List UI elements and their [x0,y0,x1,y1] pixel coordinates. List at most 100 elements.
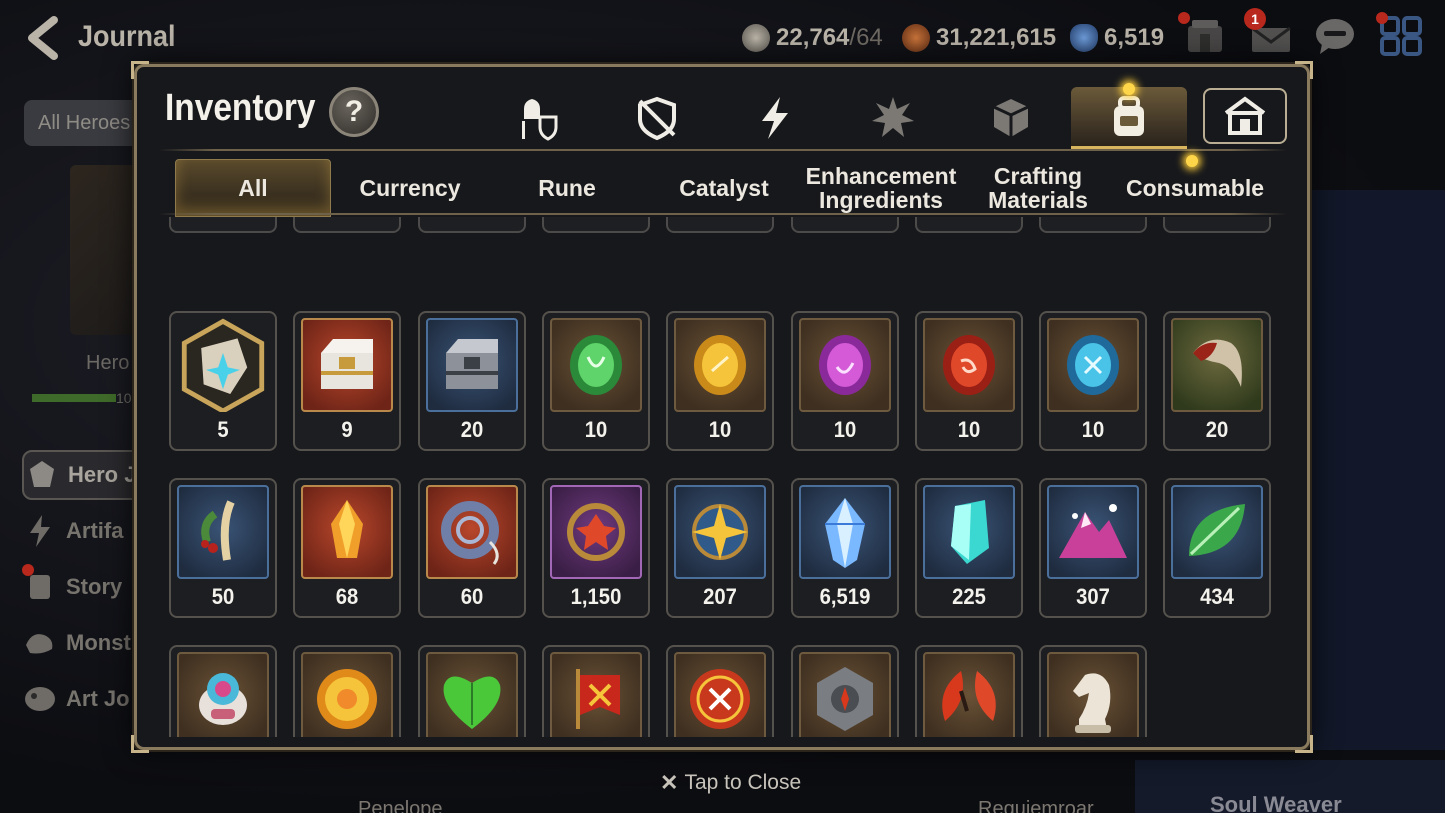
tab-skill[interactable] [717,87,833,149]
item-quantity: 68 [336,584,359,609]
hero-progress-bar [32,394,116,402]
inventory-item[interactable]: 9 [293,311,402,451]
monster-icon [26,634,53,654]
skystone-resource[interactable]: 22,764/64 [742,20,883,56]
gold-resource[interactable]: 31,221,615 [902,20,1056,56]
subtab-catalyst[interactable]: Catalyst [646,159,802,217]
soul-weaver-panel: Soul Weaver [1135,760,1445,813]
notification-dot [1178,12,1190,24]
pink-mountain-icon [1059,504,1128,558]
inventory-item[interactable]: 434 [1163,478,1272,618]
subtab-enhancement-ingredients[interactable]: Enhancement Ingredients [803,159,959,217]
item-quantity: 225 [951,584,986,609]
item-art [425,652,518,737]
side-nav-story[interactable]: Story [22,562,142,612]
item-art [1171,318,1264,412]
subtab-currency[interactable]: Currency [332,159,488,217]
new-item-indicator [1123,83,1135,95]
item-quantity: 434 [1200,584,1235,609]
tab-storage[interactable] [1203,88,1287,144]
inventory-item[interactable]: 10 [790,311,899,451]
back-arrow-icon [28,16,58,60]
item-art [425,318,518,412]
item-art [674,485,767,579]
subtab-consumable[interactable]: Consumable [1117,159,1273,217]
artifact-cube-icon [993,99,1029,137]
help-button[interactable]: ? [329,87,379,137]
side-nav-art-journal[interactable]: Art Jo [22,674,142,724]
item-art [674,318,767,412]
item-art [301,652,394,737]
inventory-item-partial [169,217,277,233]
inventory-item[interactable]: 207 [666,478,775,618]
inventory-item[interactable]: 20 [417,311,526,451]
inventory-item[interactable]: 20 [1163,311,1272,451]
inventory-item[interactable]: 3 [169,645,277,737]
side-nav-monster[interactable]: Monst [22,618,142,668]
inventory-item[interactable]: 5 [169,311,277,451]
item-quantity: 10 [833,417,856,442]
inventory-item[interactable]: 10 [666,311,775,451]
tab-no-equipment[interactable] [599,87,715,149]
inventory-item[interactable]: 68 [293,478,402,618]
inventory-item[interactable]: 31,221,615 [293,645,402,737]
back-button[interactable] [24,16,64,60]
item-art [177,652,269,737]
item-art [425,485,518,579]
item-quantity: 20 [460,417,483,442]
crystal-resource[interactable]: 6,519 [1070,20,1164,56]
inventory-item[interactable]: 1,150 [541,478,650,618]
inventory-title: Inventory [165,87,316,129]
item-quantity: 307 [1076,584,1110,609]
item-quantity: 9 [341,417,353,442]
inventory-modal: Inventory ? All Currency Rune Catalyst E… [131,61,1313,753]
inventory-item[interactable]: 5 [541,645,650,737]
inventory-item[interactable]: 10 [914,311,1023,451]
inventory-item[interactable]: 50 [169,478,277,618]
inventory-item[interactable]: 6,519 [790,478,899,618]
item-quantity: 6,519 [819,584,870,609]
inventory-item-partial [1163,217,1272,233]
item-quantity: 20 [1206,417,1229,442]
red-rune-icon [942,335,995,395]
item-art [1171,485,1264,579]
inventory-item-partial [1039,217,1148,233]
inventory-item[interactable]: 60 [417,478,526,618]
inventory-item[interactable]: 11 [914,645,1023,737]
side-nav-artifact[interactable]: Artifa [22,506,142,556]
tab-artifact[interactable] [953,87,1069,149]
item-art [1047,318,1140,412]
inventory-item[interactable]: 10 [790,645,899,737]
item-art [549,485,642,579]
herb-root-icon [201,500,235,561]
inventory-item[interactable]: 307 [1039,478,1148,618]
inventory-item[interactable]: 225 [914,478,1023,618]
item-art [1047,652,1140,737]
tap-to-close[interactable]: ✕ Tap to Close [660,770,801,796]
tab-inventory-bag[interactable] [1071,87,1187,149]
page-title: Journal [78,20,176,53]
mail-badge: 1 [1244,8,1266,30]
subtab-rune[interactable]: Rune [489,159,645,217]
fire-crystal-icon [331,500,364,558]
inventory-item[interactable]: 10 [541,311,650,451]
subtab-crafting-materials[interactable]: Crafting Materials [960,159,1116,217]
item-art [798,485,891,579]
tab-rune[interactable] [835,87,951,149]
inventory-item[interactable]: 6,420 [417,645,526,737]
item-art [549,318,642,412]
item-art [922,318,1015,412]
side-nav-hero-journal[interactable]: Hero J [22,450,142,500]
tab-hero-equipment[interactable] [481,87,597,149]
inventory-item[interactable]: 22,764 [1039,645,1148,737]
chat-button[interactable] [1312,14,1358,58]
inventory-item-partial [666,217,775,233]
background-panel [1310,190,1445,750]
item-grid[interactable]: 5 9 20 10 10 10 10 10 20 50 68 60 1,150 207 6,519 225 30… [159,217,1289,737]
subtab-all[interactable]: All [175,159,331,217]
all-heroes-filter[interactable]: All Heroes [24,100,144,146]
inventory-item[interactable]: 3 [666,645,775,737]
white-chest-icon [321,339,374,389]
stone-compass-icon [816,667,873,731]
inventory-item[interactable]: 10 [1039,311,1148,451]
